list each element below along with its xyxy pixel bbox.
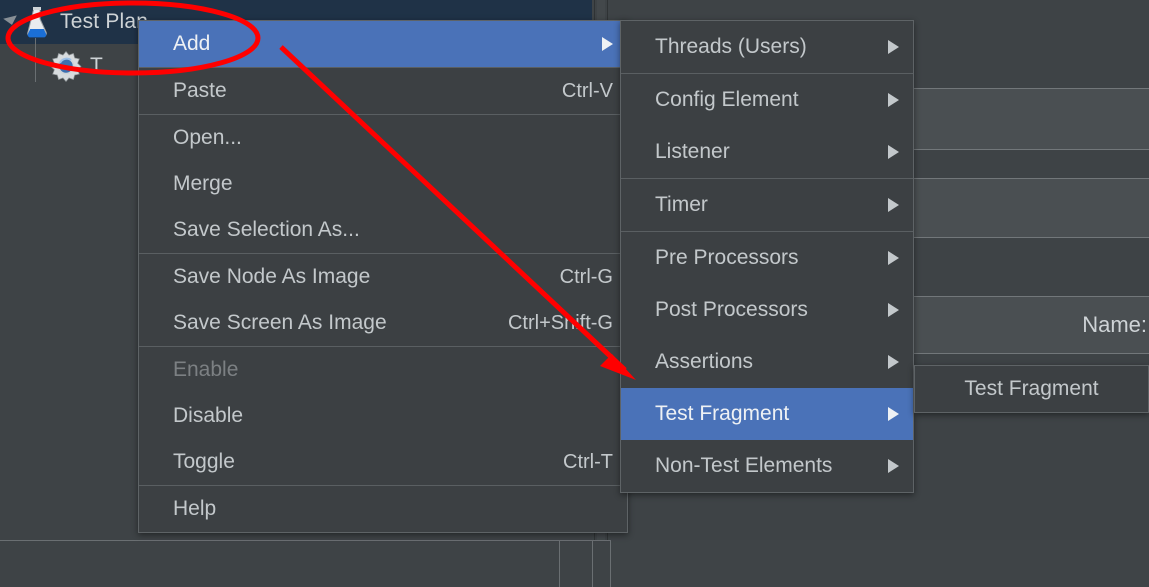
context-menu-item-label: Toggle <box>173 450 235 473</box>
chevron-right-icon <box>888 407 899 421</box>
add-submenu-item-pre-processors[interactable]: Pre Processors <box>621 232 913 284</box>
chevron-right-icon <box>888 198 899 212</box>
tree-expand-toggle-icon[interactable] <box>0 0 22 44</box>
context-menu-item-label: Merge <box>173 172 233 195</box>
test-fragment-submenu[interactable]: Test Fragment <box>914 365 1149 413</box>
tree-node-label-child: T <box>90 54 104 77</box>
context-menu-item-shortcut: Ctrl+Shift-G <box>507 311 613 334</box>
chevron-right-icon <box>602 37 613 51</box>
context-menu-item-save-selection-as[interactable]: Save Selection As... <box>139 207 627 253</box>
chevron-right-icon <box>888 251 899 265</box>
tree-child-spacer <box>0 44 22 88</box>
add-submenu-item-timer[interactable]: Timer <box>621 179 913 231</box>
add-submenu-item-label: Non-Test Elements <box>655 454 833 477</box>
context-menu-item-label: Add <box>173 32 211 55</box>
context-menu-item-label: Disable <box>173 404 244 427</box>
context-menu-item-shortcut: Ctrl-G <box>559 265 613 288</box>
add-submenu-item-label: Pre Processors <box>655 246 799 269</box>
context-menu-item-label: Save Selection As... <box>173 218 360 241</box>
add-submenu-item-threads-users[interactable]: Threads (Users) <box>621 21 913 73</box>
bottom-cell <box>0 540 560 587</box>
add-submenu-item-listener[interactable]: Listener <box>621 126 913 178</box>
add-submenu-item-config-element[interactable]: Config Element <box>621 74 913 126</box>
context-menu-item-label: Save Screen As Image <box>173 311 387 334</box>
bottom-cell <box>593 540 611 587</box>
add-submenu-item-test-fragment[interactable]: Test Fragment <box>621 388 913 440</box>
context-menu-item-enable[interactable]: Enable <box>139 347 627 393</box>
chevron-right-icon <box>888 40 899 54</box>
tree-indent-guide <box>22 38 50 88</box>
chevron-right-icon <box>888 303 899 317</box>
add-submenu-item-assertions[interactable]: Assertions <box>621 336 913 388</box>
context-menu-item-label: Enable <box>173 358 239 381</box>
context-menu[interactable]: Add Paste Ctrl-V Open... Merge Save Selection… <box>138 20 628 533</box>
add-submenu-item-label: Config Element <box>655 88 799 111</box>
chevron-right-icon <box>888 459 899 473</box>
gear-icon <box>50 50 82 83</box>
tree-node-label-test-plan: Test Plan <box>60 10 149 33</box>
context-menu-item-shortcut: Ctrl-V <box>561 79 613 102</box>
context-menu-item-paste[interactable]: Paste Ctrl-V <box>139 68 627 114</box>
test-fragment-submenu-item-label: Test Fragment <box>964 377 1099 400</box>
name-label: Name: <box>1082 312 1147 337</box>
bottom-cell <box>560 540 593 587</box>
context-menu-item-label: Save Node As Image <box>173 265 371 288</box>
add-submenu-item-label: Threads (Users) <box>655 35 807 58</box>
flask-icon <box>22 5 52 39</box>
context-menu-item-add[interactable]: Add <box>139 21 627 67</box>
add-submenu-item-label: Listener <box>655 140 730 163</box>
context-menu-item-open[interactable]: Open... <box>139 115 627 161</box>
add-submenu[interactable]: Threads (Users) Config Element Listener Tim… <box>620 20 914 493</box>
bottom-status-strip <box>0 540 1149 587</box>
test-fragment-submenu-item-test-fragment[interactable]: Test Fragment <box>915 366 1148 412</box>
add-submenu-item-post-processors[interactable]: Post Processors <box>621 284 913 336</box>
chevron-right-icon <box>888 93 899 107</box>
chevron-right-icon <box>888 145 899 159</box>
context-menu-item-shortcut: Ctrl-T <box>563 450 613 473</box>
context-menu-item-help[interactable]: Help <box>139 486 627 532</box>
context-menu-item-label: Open... <box>173 126 242 149</box>
add-submenu-item-label: Test Fragment <box>655 402 790 425</box>
context-menu-item-disable[interactable]: Disable <box>139 393 627 439</box>
context-menu-item-label: Paste <box>173 79 227 102</box>
chevron-right-icon <box>888 355 899 369</box>
context-menu-item-save-screen-as-image[interactable]: Save Screen As Image Ctrl+Shift-G <box>139 300 627 346</box>
add-submenu-item-label: Assertions <box>655 350 754 373</box>
context-menu-item-toggle[interactable]: Toggle Ctrl-T <box>139 439 627 485</box>
context-menu-item-label: Help <box>173 497 217 520</box>
add-submenu-item-label: Post Processors <box>655 298 808 321</box>
context-menu-item-merge[interactable]: Merge <box>139 161 627 207</box>
add-submenu-item-label: Timer <box>655 193 708 216</box>
context-menu-item-save-node-as-image[interactable]: Save Node As Image Ctrl-G <box>139 254 627 300</box>
add-submenu-item-non-test-elements[interactable]: Non-Test Elements <box>621 440 913 492</box>
